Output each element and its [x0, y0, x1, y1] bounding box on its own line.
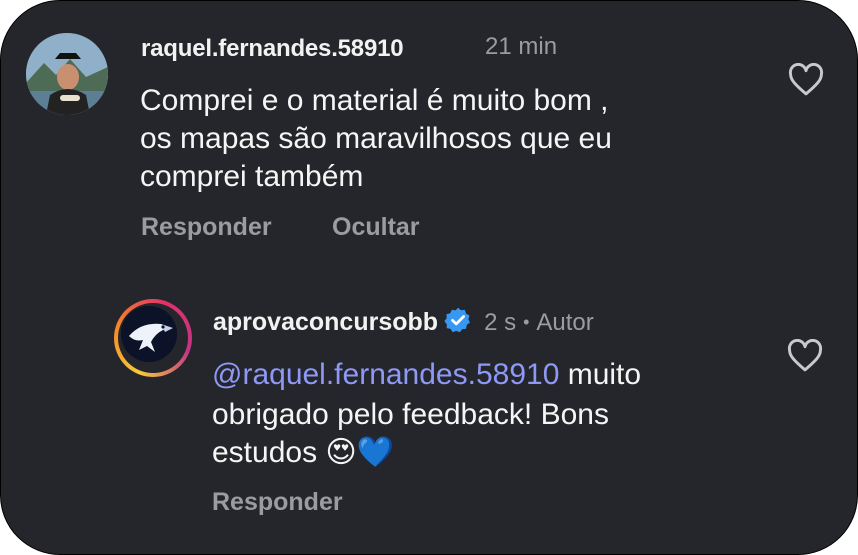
reply-button[interactable]: Responder	[141, 213, 272, 242]
profile-photo-icon	[26, 33, 108, 115]
verified-badge-icon	[444, 307, 470, 333]
heart-icon[interactable]	[787, 63, 825, 97]
reply-time: 2 s	[484, 309, 517, 336]
emoji-group: 😍💙	[325, 436, 395, 469]
reply-reply-button[interactable]: Responder	[212, 488, 343, 517]
comment-text-line-2: os mapas são maravilhosos que eu	[140, 122, 612, 155]
reply-text-line-1: @raquel.fernandes.58910 muito	[212, 356, 641, 394]
hide-button[interactable]: Ocultar	[332, 213, 420, 242]
avatar[interactable]	[26, 33, 108, 115]
reply-avatar[interactable]	[114, 299, 192, 377]
comment-time: 21 min	[485, 33, 558, 60]
reply-text-line-2: obrigado pelo feedback! Bons	[212, 398, 609, 431]
reply-text-rest: muito	[559, 358, 642, 391]
reply-text-end: estudos	[212, 436, 318, 469]
reply-username[interactable]: aprovaconcursobb	[213, 308, 438, 336]
eagle-logo-icon	[121, 306, 177, 362]
separator-dot: •	[523, 312, 530, 332]
heart-icon[interactable]	[786, 339, 824, 373]
comments-panel: raquel.fernandes.58910 21 min Comprei e …	[0, 0, 858, 555]
author-label: Autor	[536, 309, 594, 336]
comment-text-line-3: comprei também	[140, 160, 364, 193]
reply-text-line-3: estudos 😍💙	[212, 434, 394, 472]
comment-username[interactable]: raquel.fernandes.58910	[141, 35, 404, 63]
reply-header: aprovaconcursobb 2 s • Autor	[213, 306, 594, 337]
comment-text-line-1: Comprei e o material é muito bom ,	[140, 84, 609, 117]
mention-link[interactable]: @raquel.fernandes.58910	[212, 358, 559, 391]
